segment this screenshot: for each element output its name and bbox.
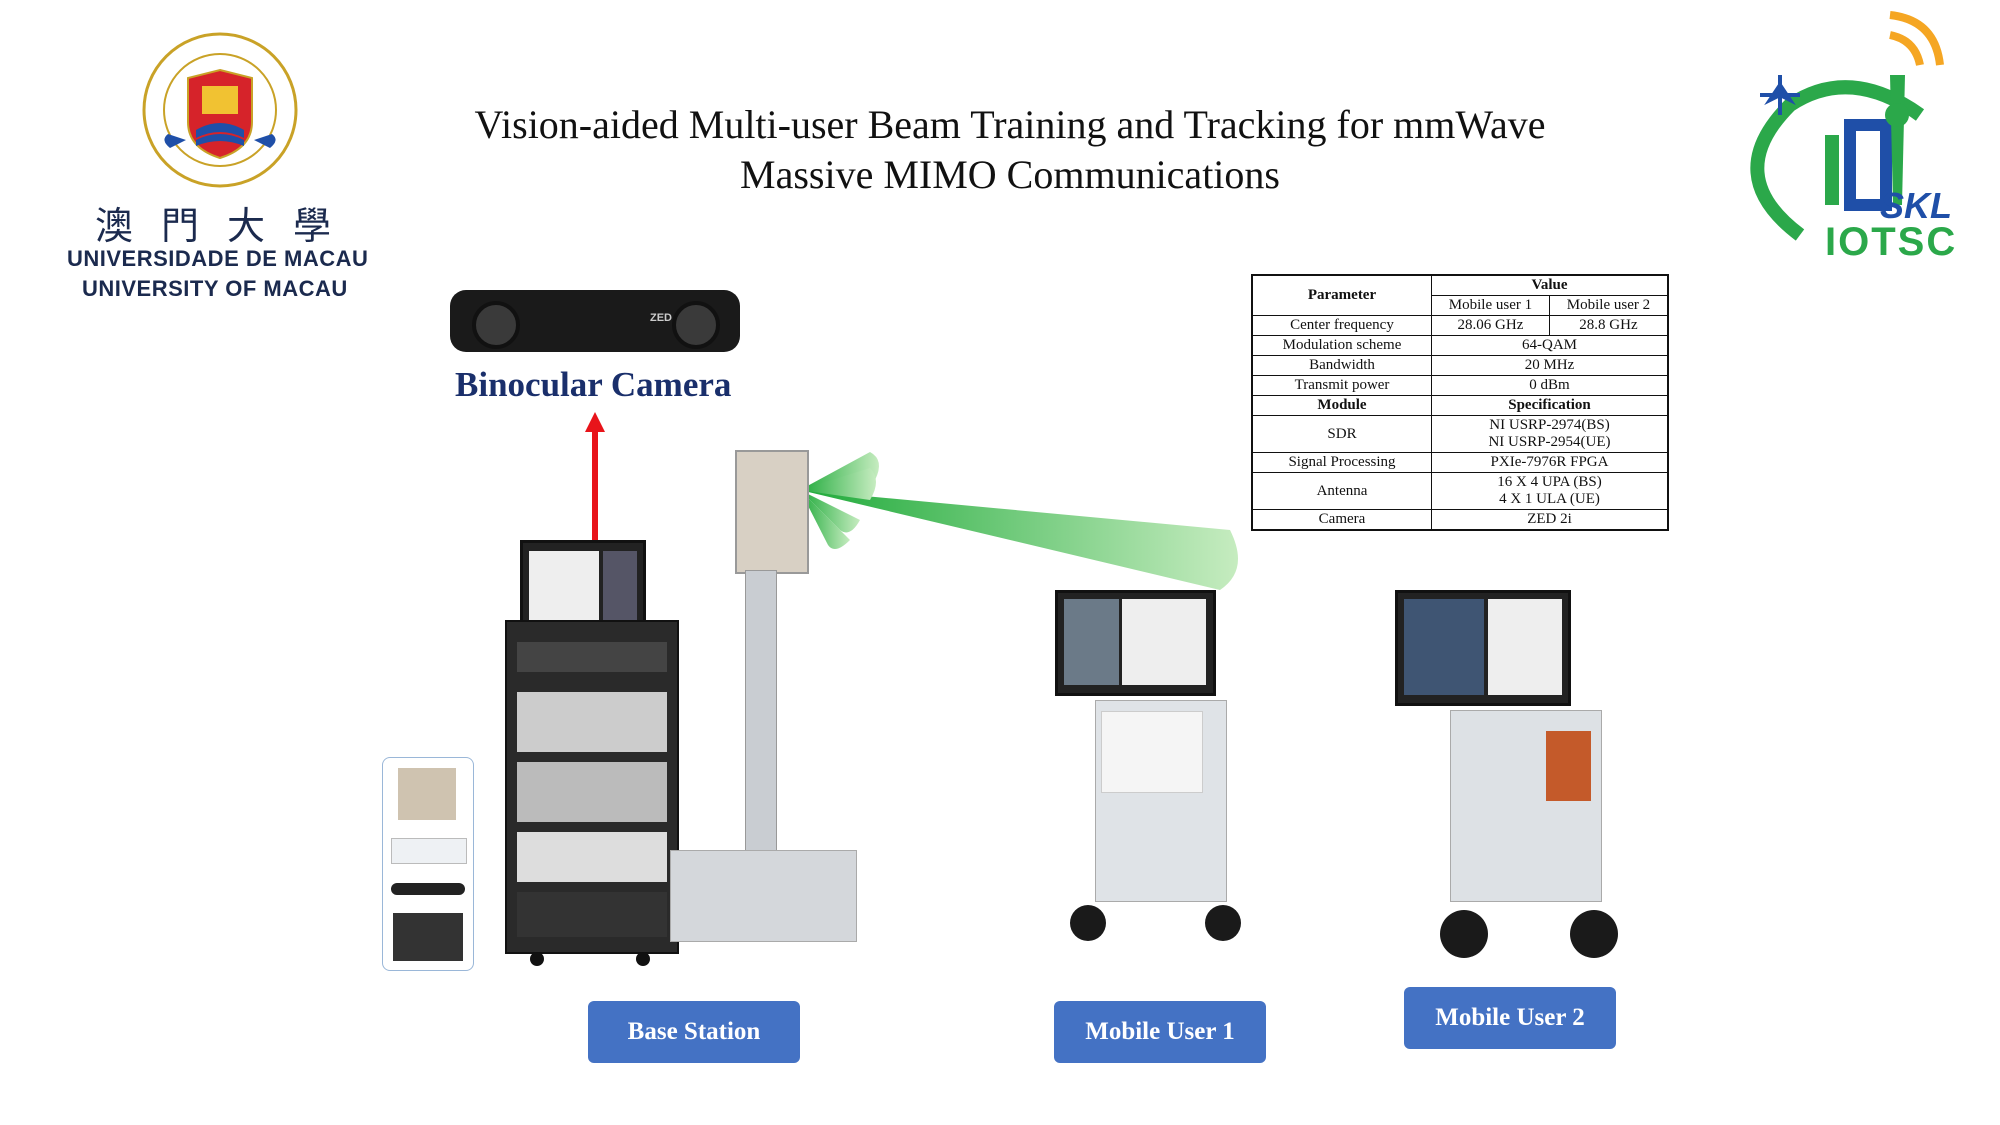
usrp-thumb [391,838,467,864]
header-module: Module [1251,395,1432,416]
param-cell: Center frequency [1251,315,1432,336]
value-cell: 28.06 GHz [1431,315,1550,336]
value-line: 16 X 4 UPA (BS) [1497,474,1602,490]
mobile-user-2-monitor [1395,590,1571,706]
university-seal-icon [142,32,298,188]
param-cell: Modulation scheme [1251,335,1432,356]
value-cell: 0 dBm [1431,375,1669,396]
header-user1: Mobile user 1 [1431,295,1550,316]
university-name-portuguese: UNIVERSIDADE DE MACAU [67,246,369,271]
table-row: Signal Processing PXIe-7976R FPGA [1251,452,1669,473]
value-cell: 28.8 GHz [1548,315,1669,336]
table-row: Modulation scheme 64-QAM [1251,335,1669,356]
header-user2: Mobile user 2 [1548,295,1669,316]
value-cell: 16 X 4 UPA (BS) 4 X 1 ULA (UE) [1431,472,1669,510]
main-beam [800,490,1238,590]
parameter-table: Parameter Value Mobile user 1 Mobile use… [1251,274,1669,531]
param-cell: Transmit power [1251,375,1432,396]
table-row: SDR NI USRP-2974(BS) NI USRP-2954(UE) [1251,415,1669,453]
skl-iotsc-logo: SKL IOTSC [1730,5,1995,265]
param-cell: Camera [1251,509,1432,531]
value-cell: 20 MHz [1431,355,1669,376]
fpga-board-thumb [393,913,463,961]
university-logo [140,30,300,190]
mobile-user-1-monitor [1055,590,1216,696]
param-cell: Bandwidth [1251,355,1432,376]
camera-lens-right-icon [672,301,720,349]
page-title: Vision-aided Multi-user Beam Training an… [380,100,1640,200]
university-name-chinese: 澳門大學 [95,204,360,248]
antenna-mast [670,440,860,942]
base-station-equipment [500,520,680,970]
camera-label: Binocular Camera [455,365,732,404]
mobile-user-2-equipment [1390,590,1630,970]
mobile-user-2-button[interactable]: Mobile User 2 [1404,987,1616,1049]
value-line: NI USRP-2954(UE) [1488,434,1611,450]
param-cell: Antenna [1251,472,1432,510]
title-line-1: Vision-aided Multi-user Beam Training an… [474,102,1546,147]
table-row: Bandwidth 20 MHz [1251,355,1669,376]
value-cell: PXIe-7976R FPGA [1431,452,1669,473]
lab-logo-text-2: IOTSC [1825,220,1958,264]
mobile-user-1-button[interactable]: Mobile User 1 [1054,1001,1266,1063]
table-row: Antenna 16 X 4 UPA (BS) 4 X 1 ULA (UE) [1251,472,1669,510]
mobile-user-1-equipment [1055,590,1255,950]
param-cell: Signal Processing [1251,452,1432,473]
antenna-array-thumb [398,768,456,820]
parameter-table-wrapper: Parameter Value Mobile user 1 Mobile use… [1251,274,1669,531]
camera-lens-left-icon [472,301,520,349]
title-line-2: Massive MIMO Communications [740,152,1280,197]
value-cell: ZED 2i [1431,509,1669,531]
table-row: Transmit power 0 dBm [1251,375,1669,396]
header-specification: Specification [1431,395,1669,416]
antenna-panel [735,450,809,574]
camera-thumb [391,883,465,895]
rack-frame [505,620,679,954]
camera-brand: ZED [650,312,672,324]
university-name-english: UNIVERSITY OF MACAU [82,276,348,301]
param-cell: SDR [1251,415,1432,453]
value-line: 4 X 1 ULA (UE) [1499,491,1600,507]
value-cell: NI USRP-2974(BS) NI USRP-2954(UE) [1431,415,1669,453]
binocular-camera-image: ZED [450,290,740,352]
header-value: Value [1431,274,1669,296]
value-line: NI USRP-2974(BS) [1489,417,1610,433]
value-cell: 64-QAM [1431,335,1669,356]
hardware-components-panel [382,757,474,971]
base-station-button[interactable]: Base Station [588,1001,800,1063]
table-row: Camera ZED 2i [1251,509,1669,531]
header-parameter: Parameter [1251,274,1432,316]
table-row: Center frequency 28.06 GHz 28.8 GHz [1251,315,1669,336]
